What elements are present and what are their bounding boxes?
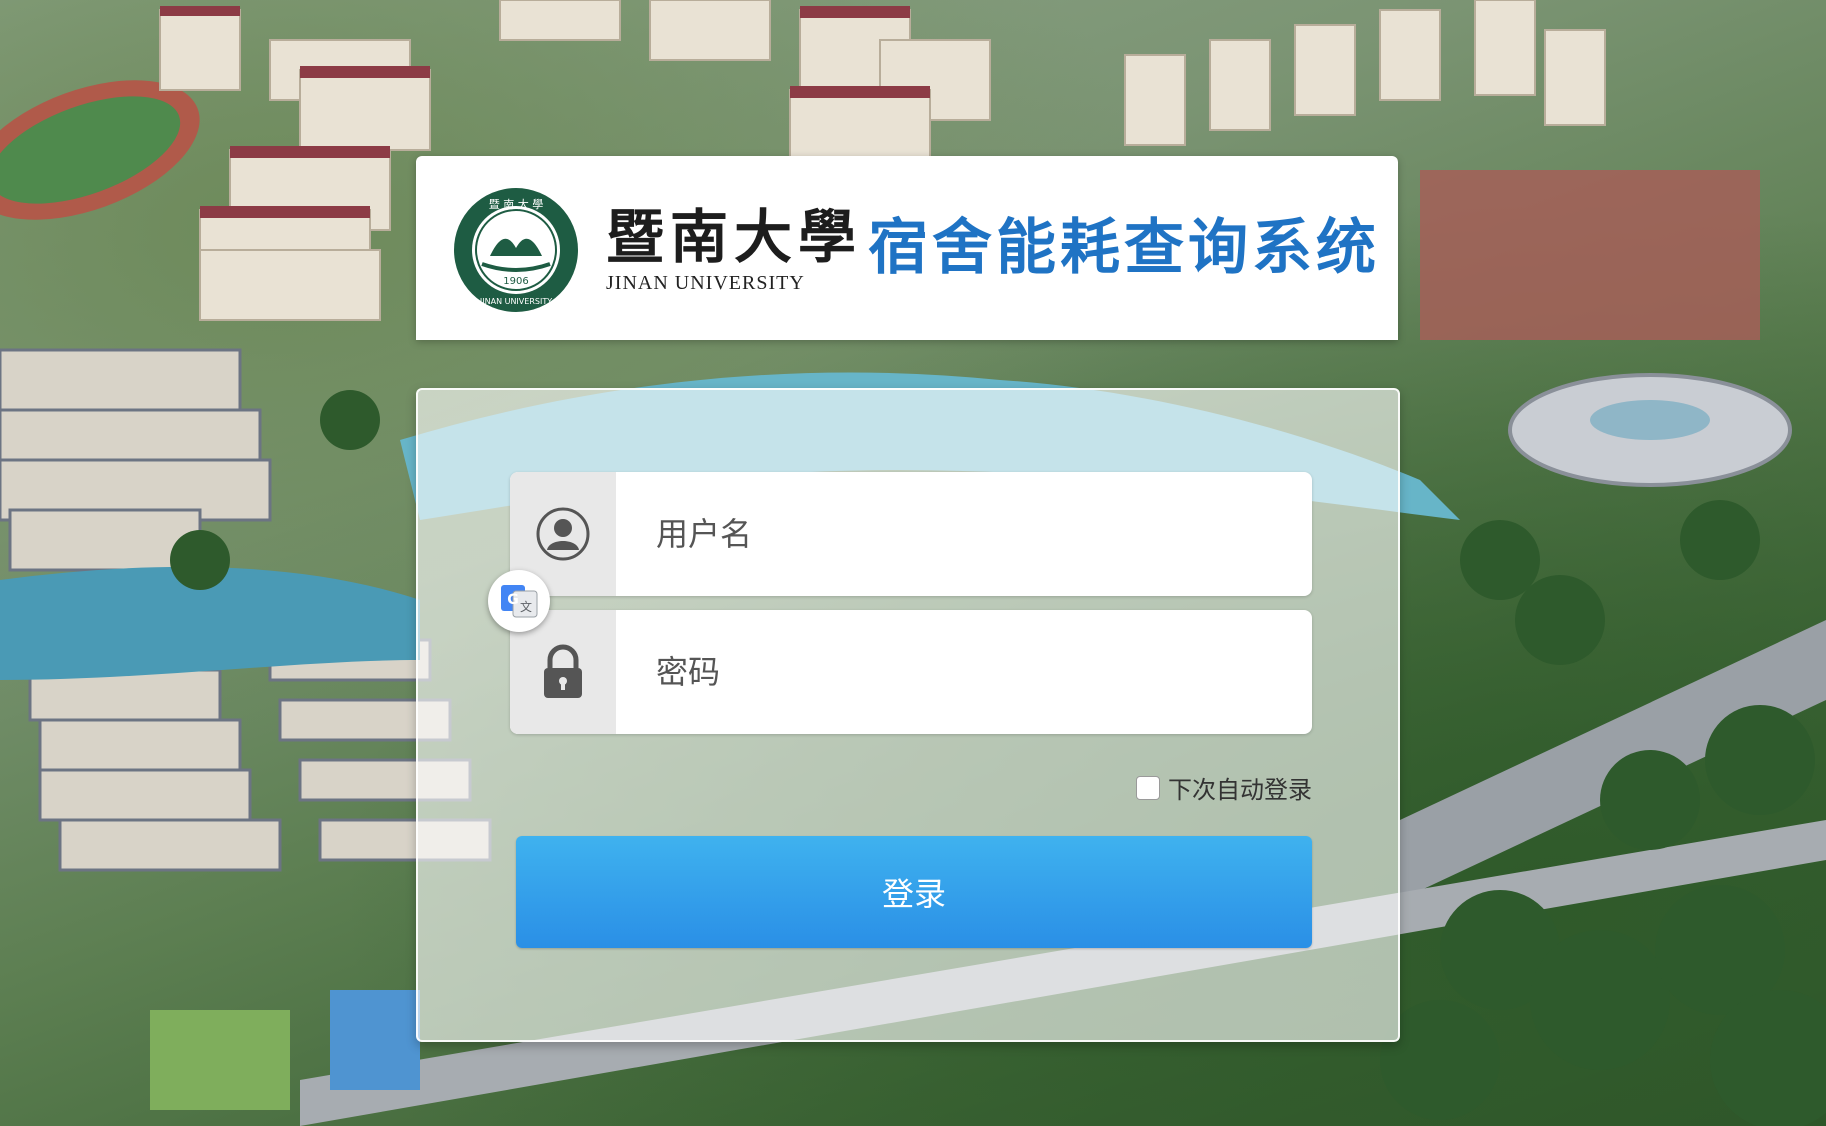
header-banner: 1906 暨 南 大 學 JINAN UNIVERSITY 暨南大學 JINAN…	[416, 156, 1398, 340]
university-name-english: JINAN UNIVERSITY	[606, 272, 805, 294]
google-translate-icon: G 文	[501, 585, 538, 618]
university-name: 暨南大學 JINAN UNIVERSITY	[606, 203, 863, 295]
lock-icon	[544, 644, 582, 698]
university-seal-logo: 1906 暨 南 大 學 JINAN UNIVERSITY	[454, 188, 578, 312]
username-field	[510, 472, 1312, 596]
svg-text:G: G	[507, 592, 519, 608]
university-name-chinese: 暨南大學	[606, 203, 863, 271]
login-panel: 1906 暨 南 大 學 JINAN UNIVERSITY 暨南大學 JINAN…	[416, 156, 1400, 1042]
remember-me-label: 下次自动登录	[1168, 776, 1312, 804]
password-input[interactable]	[618, 610, 1298, 734]
svg-text:1906: 1906	[503, 276, 528, 287]
remember-me-checkbox[interactable]	[1136, 775, 1160, 800]
username-input[interactable]	[618, 472, 1298, 596]
system-title: 宿舍能耗查询系统	[868, 213, 1380, 283]
user-icon	[536, 507, 590, 561]
svg-text:暨 南 大 學: 暨 南 大 學	[489, 197, 544, 211]
login-button[interactable]: 登录	[516, 836, 1312, 948]
svg-text:文: 文	[520, 599, 532, 614]
svg-text:JINAN UNIVERSITY: JINAN UNIVERSITY	[479, 297, 552, 306]
login-form: G 文 下次自动登录 登录	[416, 388, 1400, 1042]
remember-me-option[interactable]: 下次自动登录	[1136, 770, 1312, 805]
password-field	[510, 610, 1312, 734]
translate-button[interactable]: G 文	[488, 570, 550, 632]
